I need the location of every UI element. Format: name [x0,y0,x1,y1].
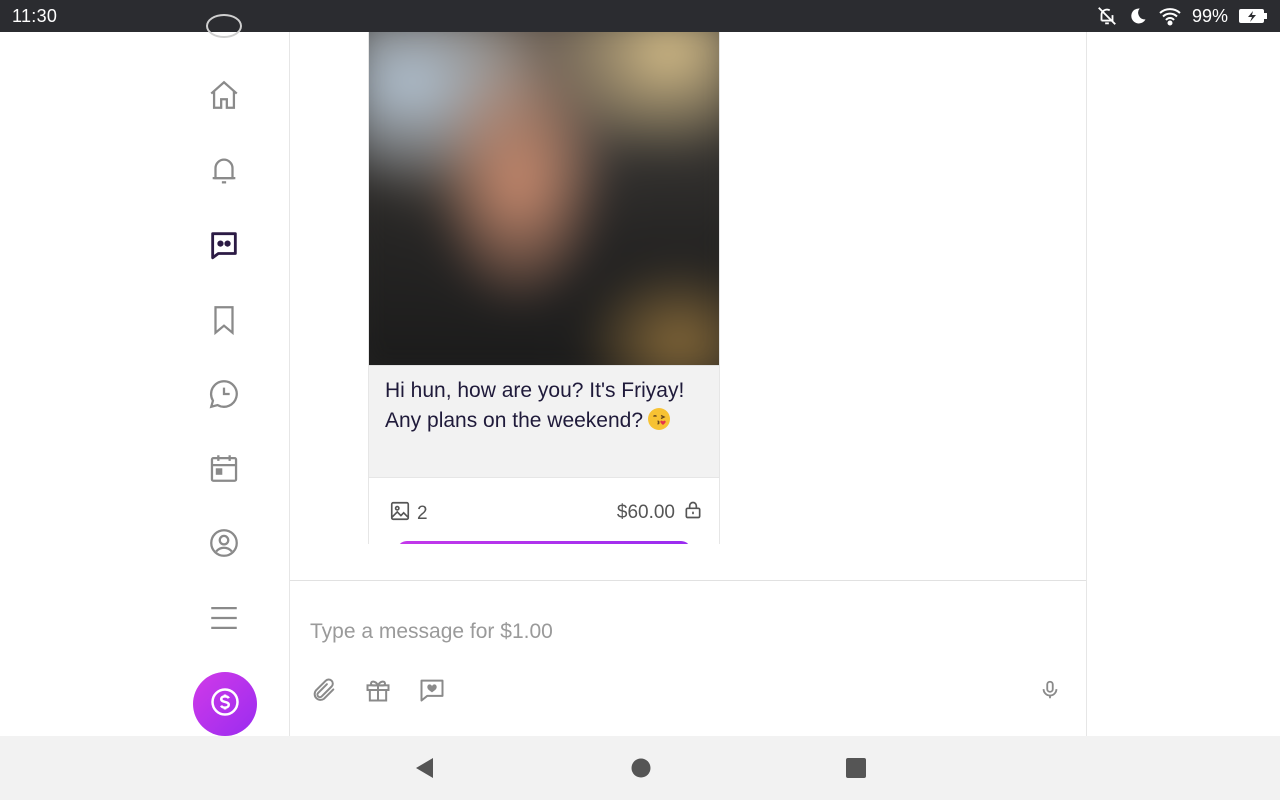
right-panel [1087,32,1280,736]
message-list[interactable]: Hi hun, how are you? It's Friyay! Any pl… [290,32,1086,544]
message-input[interactable] [310,612,1050,652]
media-count: 2 [389,500,428,528]
microphone-icon[interactable] [1032,672,1068,708]
lock-icon [683,500,703,526]
menu-icon[interactable] [192,590,256,646]
notifications-off-icon [1096,5,1118,27]
profile-icon[interactable] [192,515,256,571]
unlock-button-edge[interactable] [397,541,691,544]
android-nav-bar [0,736,1280,800]
message-meta: 2 $60.00 [369,477,719,544]
kissing-face-emoji [647,407,671,431]
chat-panel: Hi hun, how are you? It's Friyay! Any pl… [290,32,1087,736]
sidebar [0,14,290,736]
gift-icon[interactable] [360,672,396,708]
message-text: Hi hun, how are you? It's Friyay! Any pl… [385,376,703,436]
wifi-icon [1158,6,1182,26]
message-body: Hi hun, how are you? It's Friyay! Any pl… [385,379,685,432]
status-icons: 99% [1096,5,1268,27]
home-button[interactable] [625,752,657,784]
paid-message-card[interactable]: Hi hun, how are you? It's Friyay! Any pl… [368,32,720,544]
message-price: $60.00 [617,500,703,526]
price-value: $60.00 [616,502,675,523]
calendar-icon[interactable] [192,440,256,496]
messages-icon[interactable] [192,217,256,273]
send-tip-button[interactable] [193,672,257,736]
bell-icon[interactable] [192,143,256,199]
heart-message-icon[interactable] [414,672,450,708]
media-count-value: 2 [417,503,428,524]
composer-divider [290,580,1086,581]
back-button[interactable] [408,752,440,784]
blurred-media-preview[interactable] [369,32,719,365]
image-icon [389,500,411,528]
dollar-icon [210,687,240,722]
moon-icon [1128,6,1148,26]
recents-button[interactable] [840,752,872,784]
status-bar: 11:30 99% [0,0,1280,32]
status-time: 11:30 [12,5,58,26]
clock-chat-icon[interactable] [192,366,256,422]
avatar-partial[interactable] [206,14,242,38]
message-bubble: Hi hun, how are you? It's Friyay! Any pl… [369,365,719,477]
bookmark-icon[interactable] [192,292,256,348]
battery-charging-icon [1238,8,1268,24]
battery-percent: 99% [1191,5,1228,26]
home-icon[interactable] [192,67,256,123]
paperclip-icon[interactable] [306,672,342,708]
